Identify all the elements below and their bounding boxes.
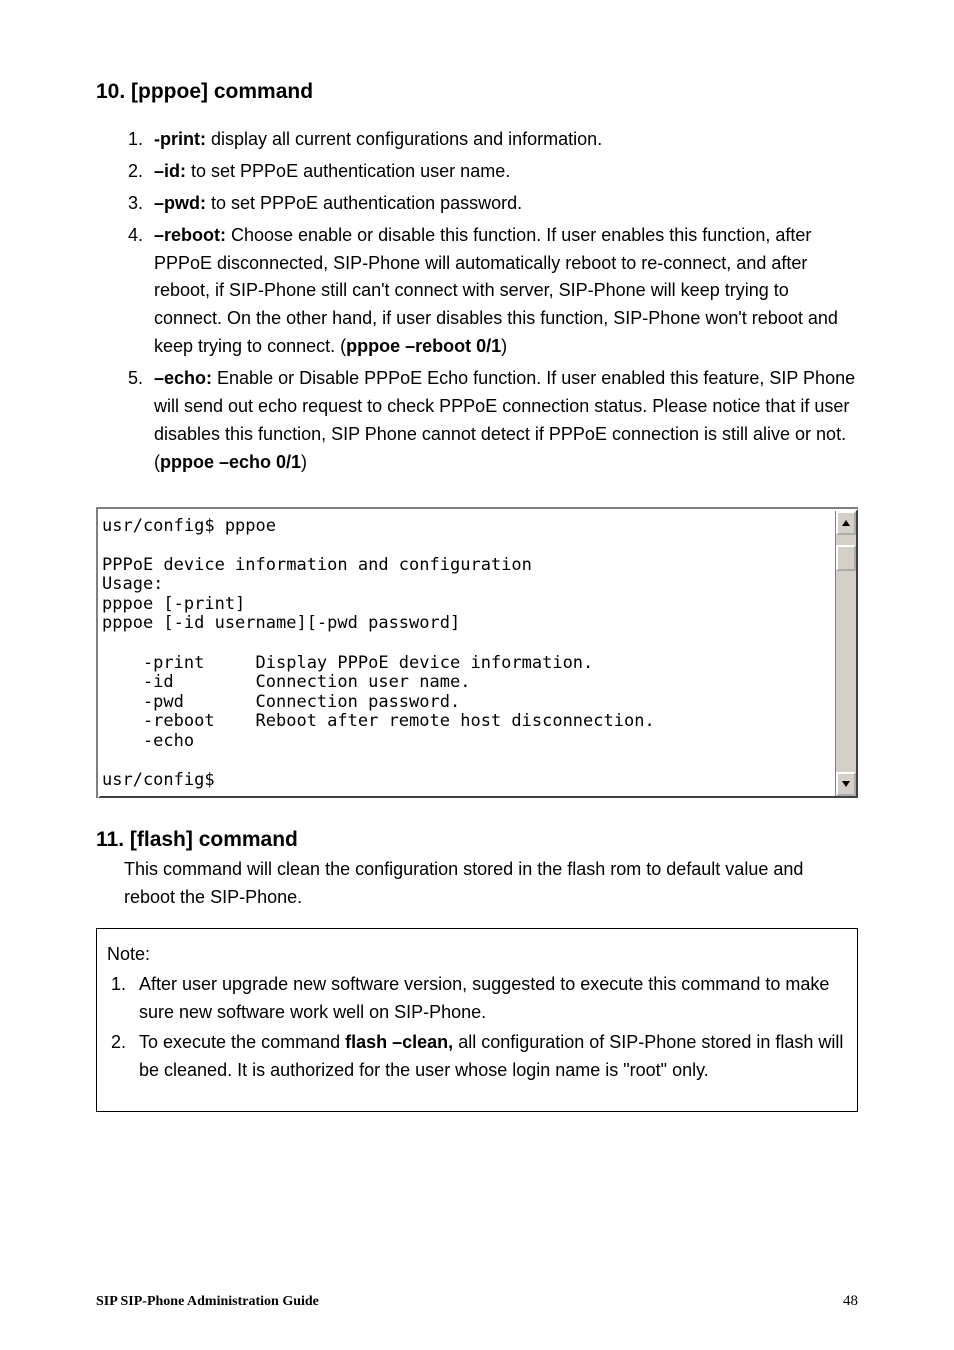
flash-heading: 11. [flash] command <box>96 828 858 852</box>
note-title: Note: <box>107 941 847 969</box>
option-tail: ) <box>301 452 307 472</box>
pppoe-list: -print: display all current configuratio… <box>96 126 858 477</box>
page: 10. [pppoe] command -print: display all … <box>0 0 954 1350</box>
note-item-cmd: flash –clean, <box>345 1032 453 1052</box>
list-item: –id: to set PPPoE authentication user na… <box>148 158 858 186</box>
scrollbar-thumb[interactable] <box>836 545 856 571</box>
note-item-text: After user upgrade new software version,… <box>139 974 829 1022</box>
list-item: After user upgrade new software version,… <box>131 971 847 1027</box>
option-term: –reboot: <box>154 225 226 245</box>
terminal-output: usr/config$ pppoe PPPoE device informati… <box>100 511 835 797</box>
option-term: –echo: <box>154 368 212 388</box>
chevron-up-icon <box>842 519 850 527</box>
page-footer: SIP SIP-Phone Administration Guide 48 <box>96 1293 858 1310</box>
option-desc: Choose enable or disable this function. … <box>154 225 838 357</box>
option-desc: Enable or Disable PPPoE Echo function. I… <box>154 368 855 472</box>
option-term: -print: <box>154 129 206 149</box>
vertical-scrollbar[interactable] <box>835 511 856 797</box>
option-cmd: pppoe –echo 0/1 <box>160 452 301 472</box>
list-item: -print: display all current configuratio… <box>148 126 858 154</box>
list-item: –echo: Enable or Disable PPPoE Echo func… <box>148 365 858 477</box>
note-box: Note: After user upgrade new software ve… <box>96 928 858 1111</box>
chevron-down-icon <box>842 780 850 788</box>
option-cmd: pppoe –reboot 0/1 <box>346 336 501 356</box>
option-term: –pwd: <box>154 193 206 213</box>
scrollbar-track[interactable] <box>836 535 856 773</box>
footer-title: SIP SIP-Phone Administration Guide <box>96 1294 319 1310</box>
scroll-up-button[interactable] <box>836 511 856 535</box>
option-tail: ) <box>501 336 507 356</box>
note-list: After user upgrade new software version,… <box>107 971 847 1085</box>
option-term: –id: <box>154 161 186 181</box>
terminal-window: usr/config$ pppoe PPPoE device informati… <box>96 507 858 799</box>
page-number: 48 <box>843 1293 858 1310</box>
flash-intro: This command will clean the configuratio… <box>124 856 858 912</box>
list-item: –pwd: to set PPPoE authentication passwo… <box>148 190 858 218</box>
note-item-text: To execute the command <box>139 1032 345 1052</box>
list-item: To execute the command flash –clean, all… <box>131 1029 847 1085</box>
list-item: –reboot: Choose enable or disable this f… <box>148 222 858 361</box>
option-desc: to set PPPoE authentication password. <box>206 193 522 213</box>
option-desc: to set PPPoE authentication user name. <box>186 161 510 181</box>
scroll-down-button[interactable] <box>836 772 856 796</box>
pppoe-heading: 10. [pppoe] command <box>96 80 858 104</box>
terminal-inner: usr/config$ pppoe PPPoE device informati… <box>98 509 858 799</box>
option-desc: display all current configurations and i… <box>206 129 602 149</box>
